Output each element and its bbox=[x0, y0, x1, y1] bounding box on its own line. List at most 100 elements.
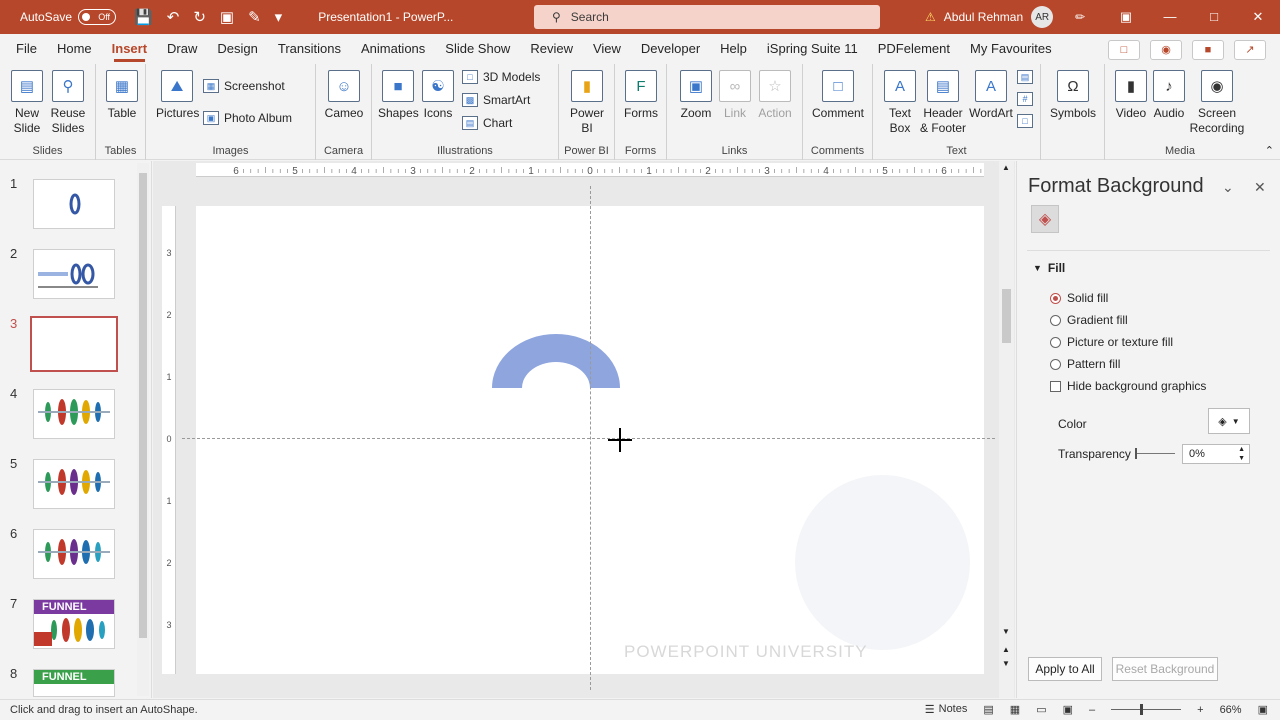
collapse-ribbon-icon[interactable]: ⌃ bbox=[1265, 144, 1274, 157]
slide-show-icon[interactable]: ▣ bbox=[1063, 703, 1073, 716]
hide-background-checkbox[interactable] bbox=[1050, 380, 1061, 392]
maximize-icon[interactable]: □ bbox=[1192, 0, 1236, 34]
thumbnail-scroll-thumb[interactable] bbox=[139, 173, 147, 638]
gradient-fill-option[interactable]: Gradient fill bbox=[1050, 313, 1128, 327]
block-arc-shape[interactable] bbox=[490, 334, 622, 390]
slide-thumb-4[interactable] bbox=[33, 389, 115, 439]
slide-thumb-1[interactable] bbox=[33, 179, 115, 229]
notes-button[interactable]: ☰ Notes bbox=[925, 703, 968, 716]
undo-icon[interactable]: ↶ bbox=[167, 8, 180, 26]
tab-developer[interactable]: Developer bbox=[631, 34, 710, 64]
slide-thumb-5[interactable] bbox=[33, 459, 115, 509]
slide-thumb-3[interactable] bbox=[30, 316, 118, 372]
pattern-fill-option[interactable]: Pattern fill bbox=[1050, 357, 1120, 371]
wordart-button[interactable]: A WordArt bbox=[969, 70, 1013, 121]
tab-ispring[interactable]: iSpring Suite 11 bbox=[757, 34, 868, 64]
canvas-scrollbar[interactable]: ▲ ▼ ▲ ▼ bbox=[999, 161, 1014, 698]
comment-button[interactable]: □ Comment bbox=[809, 70, 867, 121]
link-button[interactable]: ∞ Link bbox=[719, 70, 751, 121]
screenshot-button[interactable]: ▦ Screenshot bbox=[203, 79, 285, 93]
tab-help[interactable]: Help bbox=[710, 34, 757, 64]
zoom-slider[interactable] bbox=[1111, 704, 1182, 715]
fill-tab[interactable]: ◈ bbox=[1031, 205, 1059, 233]
present-icon[interactable]: ▣ bbox=[220, 8, 234, 26]
reuse-slides-button[interactable]: ⚲ Reuse Slides bbox=[48, 70, 88, 136]
solid-fill-option[interactable]: Solid fill bbox=[1050, 291, 1108, 305]
share-icon[interactable]: ↗ bbox=[1234, 40, 1266, 60]
text-box-button[interactable]: A Text Box bbox=[879, 70, 921, 136]
cameo-button[interactable]: ☺ Cameo bbox=[324, 70, 364, 121]
date-time-button[interactable]: ▤ bbox=[1017, 70, 1033, 84]
transparency-input[interactable]: 0% ▲ ▼ bbox=[1182, 444, 1250, 464]
picture-fill-option[interactable]: Picture or texture fill bbox=[1050, 335, 1173, 349]
next-slide-icon[interactable]: ▼ bbox=[1002, 659, 1010, 668]
power-bi-button[interactable]: ▮ Power BI bbox=[567, 70, 607, 136]
slide-number-button[interactable]: # bbox=[1017, 92, 1033, 106]
autosave-toggle[interactable]: Off bbox=[78, 9, 117, 25]
tab-design[interactable]: Design bbox=[207, 34, 267, 64]
solid-fill-radio[interactable] bbox=[1050, 292, 1061, 304]
smartart-button[interactable]: ▩ SmartArt bbox=[462, 93, 530, 107]
tab-review[interactable]: Review bbox=[520, 34, 583, 64]
horizontal-guide[interactable] bbox=[182, 438, 995, 439]
spinner-icon[interactable]: ▲ ▼ bbox=[1238, 445, 1245, 463]
tab-home[interactable]: Home bbox=[47, 34, 102, 64]
tab-view[interactable]: View bbox=[583, 34, 631, 64]
slide-thumb-7[interactable]: FUNNEL bbox=[33, 599, 115, 649]
action-button[interactable]: ☆ Action bbox=[755, 70, 795, 121]
picture-fill-radio[interactable] bbox=[1050, 336, 1061, 348]
video-button[interactable]: ▮ Video bbox=[1111, 70, 1151, 121]
save-icon[interactable]: 💾 bbox=[134, 8, 153, 26]
fit-slide-icon[interactable]: ▣ bbox=[1258, 703, 1268, 716]
panel-options-icon[interactable]: ⌄ bbox=[1222, 179, 1234, 196]
redo-icon[interactable]: ↻ bbox=[193, 8, 206, 26]
record-icon[interactable]: ◉ bbox=[1150, 40, 1182, 60]
apply-to-all-button[interactable]: Apply to All bbox=[1028, 657, 1102, 681]
symbols-button[interactable]: Ω Symbols bbox=[1049, 70, 1097, 121]
color-picker-button[interactable]: ◈ ▼ bbox=[1208, 408, 1250, 434]
tab-draw[interactable]: Draw bbox=[157, 34, 207, 64]
tab-my-favourites[interactable]: My Favourites bbox=[960, 34, 1062, 64]
icons-button[interactable]: ☯ Icons bbox=[420, 70, 456, 121]
present-teams-icon[interactable]: ■ bbox=[1192, 40, 1224, 60]
shapes-button[interactable]: ■ Shapes bbox=[378, 70, 419, 121]
user-name[interactable]: Abdul Rehman bbox=[944, 10, 1023, 24]
tab-pdfelement[interactable]: PDFelement bbox=[868, 34, 960, 64]
scroll-down-icon[interactable]: ▼ bbox=[1002, 627, 1010, 636]
pattern-fill-radio[interactable] bbox=[1050, 358, 1061, 370]
panel-close-icon[interactable]: ✕ bbox=[1254, 179, 1266, 196]
comments-icon[interactable]: □ bbox=[1108, 40, 1140, 60]
slide-sorter-icon[interactable]: ▦ bbox=[1010, 703, 1020, 716]
zoom-button[interactable]: ▣ Zoom bbox=[677, 70, 715, 121]
reset-background-button[interactable]: Reset Background bbox=[1112, 657, 1218, 681]
prev-slide-icon[interactable]: ▲ bbox=[1002, 645, 1010, 654]
hide-background-option[interactable]: Hide background graphics bbox=[1050, 379, 1206, 393]
touch-mode-icon[interactable]: ✎ bbox=[248, 8, 261, 26]
pictures-button[interactable]: ⛰ Pictures bbox=[156, 70, 199, 121]
normal-view-icon[interactable]: ▤ bbox=[983, 703, 993, 716]
3d-models-button[interactable]: □ 3D Models bbox=[462, 70, 540, 84]
chart-button[interactable]: ▤ Chart bbox=[462, 116, 512, 130]
gradient-fill-radio[interactable] bbox=[1050, 314, 1061, 326]
block-arc-fill[interactable] bbox=[492, 334, 620, 388]
new-slide-button[interactable]: ▤ New Slide bbox=[6, 70, 48, 136]
tab-file[interactable]: File bbox=[6, 34, 47, 64]
ribbon-display-icon[interactable]: ▣ bbox=[1104, 0, 1148, 34]
slide-thumb-6[interactable] bbox=[33, 529, 115, 579]
slide-thumb-8[interactable]: FUNNEL bbox=[33, 669, 115, 697]
minimize-icon[interactable]: — bbox=[1148, 0, 1192, 34]
search-box[interactable]: ⚲ Search bbox=[534, 5, 880, 29]
avatar[interactable]: AR bbox=[1031, 6, 1054, 28]
customize-qat-icon[interactable]: ▾ bbox=[275, 8, 283, 26]
tab-insert[interactable]: Insert bbox=[102, 34, 157, 64]
photo-album-button[interactable]: ▣ Photo Album bbox=[203, 111, 292, 125]
close-icon[interactable]: ✕ bbox=[1236, 0, 1280, 34]
autosave-control[interactable]: AutoSave Off bbox=[20, 9, 117, 25]
transparency-slider[interactable] bbox=[1135, 448, 1175, 459]
reading-view-icon[interactable]: ▭ bbox=[1036, 703, 1046, 716]
tab-transitions[interactable]: Transitions bbox=[268, 34, 351, 64]
zoom-level[interactable]: 66% bbox=[1220, 704, 1242, 716]
fill-section-header[interactable]: ▼ Fill bbox=[1033, 261, 1065, 275]
canvas-scroll-thumb[interactable] bbox=[1002, 289, 1011, 343]
pen-icon[interactable]: ✏ bbox=[1075, 10, 1085, 24]
